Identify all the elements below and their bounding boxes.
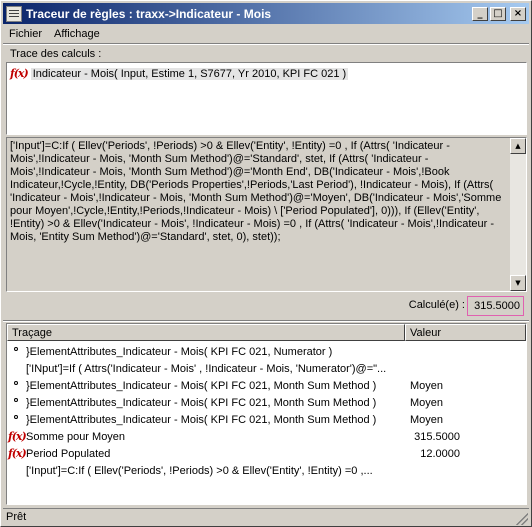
list-item[interactable]: ['Input']=C:If ( Ellev('Periods', !Perio… <box>7 462 526 479</box>
function-icon: f(x) <box>8 447 27 460</box>
trace-list[interactable]: Traçage Valeur }ElementAttributes_Indica… <box>6 323 527 505</box>
minimize-button[interactable]: _ <box>472 6 488 21</box>
list-item-name: ['Input']=C:If ( Ellev('Periods', !Perio… <box>26 464 373 477</box>
formula-view[interactable]: ['Input']=C:If ( Ellev('Periods', !Perio… <box>6 137 527 292</box>
scroll-up-icon[interactable]: ▲ <box>510 138 526 154</box>
bullet-icon <box>14 398 18 402</box>
pane-splitter[interactable] <box>3 320 529 322</box>
status-text: Prêt <box>6 511 27 523</box>
menu-affichage[interactable]: Affichage <box>48 28 106 40</box>
close-button[interactable]: × <box>510 6 526 21</box>
list-item[interactable]: }ElementAttributes_Indicateur - Mois( KP… <box>7 394 526 411</box>
trace-entry[interactable]: f(x) Indicateur - Mois( Input, Estime 1,… <box>10 67 349 80</box>
function-icon: f(x) <box>8 430 27 443</box>
list-header: Traçage Valeur <box>7 324 526 341</box>
menu-bar: Fichier Affichage <box>3 25 529 43</box>
menu-fichier[interactable]: Fichier <box>3 28 48 40</box>
formula-text: ['Input']=C:If ( Ellev('Periods', !Perio… <box>10 140 502 243</box>
list-item-name: Somme pour Moyen <box>26 430 126 443</box>
list-item-value: 315.5000 <box>414 430 460 443</box>
bullet-icon <box>14 415 18 419</box>
list-item-name: }ElementAttributes_Indicateur - Mois( KP… <box>26 345 333 358</box>
column-header-valeur[interactable]: Valeur <box>405 324 526 341</box>
list-item-name: }ElementAttributes_Indicateur - Mois( KP… <box>26 413 377 426</box>
menu-separator <box>3 43 529 45</box>
list-item-name: }ElementAttributes_Indicateur - Mois( KP… <box>26 396 377 409</box>
scroll-down-icon[interactable]: ▼ <box>510 275 526 291</box>
list-item-value: Moyen <box>410 379 444 392</box>
list-item-value: Moyen <box>410 396 444 409</box>
app-icon <box>6 5 22 22</box>
list-item[interactable]: f(x) Somme pour Moyen 315.5000 <box>7 428 526 445</box>
function-icon: f(x) <box>10 67 29 80</box>
bullet-icon <box>14 381 18 385</box>
window-title: Traceur de règles : traxx->Indicateur - … <box>26 6 272 21</box>
list-item-value: Moyen <box>410 413 444 426</box>
title-bar[interactable]: Traceur de règles : traxx->Indicateur - … <box>3 3 529 24</box>
list-item[interactable]: }ElementAttributes_Indicateur - Mois( KP… <box>7 411 526 428</box>
list-item-name: ['INput']=If ( Attrs('Indicateur - Mois'… <box>26 362 387 375</box>
status-bar: Prêt <box>3 508 529 526</box>
column-header-tracage[interactable]: Traçage <box>7 324 405 341</box>
list-rows: }ElementAttributes_Indicateur - Mois( KP… <box>7 343 526 479</box>
trace-entry-label: Indicateur - Mois( Input, Estime 1, S767… <box>30 67 349 80</box>
calculated-value: 315.5000 <box>467 296 524 316</box>
list-item-name: }ElementAttributes_Indicateur - Mois( KP… <box>26 379 377 392</box>
trace-tree[interactable]: f(x) Indicateur - Mois( Input, Estime 1,… <box>6 62 527 135</box>
bullet-icon <box>14 347 18 351</box>
list-item[interactable]: ['INput']=If ( Attrs('Indicateur - Mois'… <box>7 360 526 377</box>
maximize-button[interactable]: □ <box>490 6 506 21</box>
calculated-row: Calculé(e) : 315.5000 <box>6 293 527 319</box>
list-item[interactable]: }ElementAttributes_Indicateur - Mois( KP… <box>7 343 526 360</box>
trace-section-label: Trace des calculs : <box>10 48 102 60</box>
list-item-value: 12.0000 <box>420 447 460 460</box>
list-item[interactable]: f(x) Period Populated 12.0000 <box>7 445 526 462</box>
list-item-name: Period Populated <box>26 447 111 460</box>
resize-grip-icon[interactable] <box>516 513 528 525</box>
calculated-label: Calculé(e) : <box>408 299 465 311</box>
formula-scrollbar[interactable]: ▲ ▼ <box>510 138 526 291</box>
list-item[interactable]: }ElementAttributes_Indicateur - Mois( KP… <box>7 377 526 394</box>
rule-tracer-window: Traceur de règles : traxx->Indicateur - … <box>0 0 532 527</box>
